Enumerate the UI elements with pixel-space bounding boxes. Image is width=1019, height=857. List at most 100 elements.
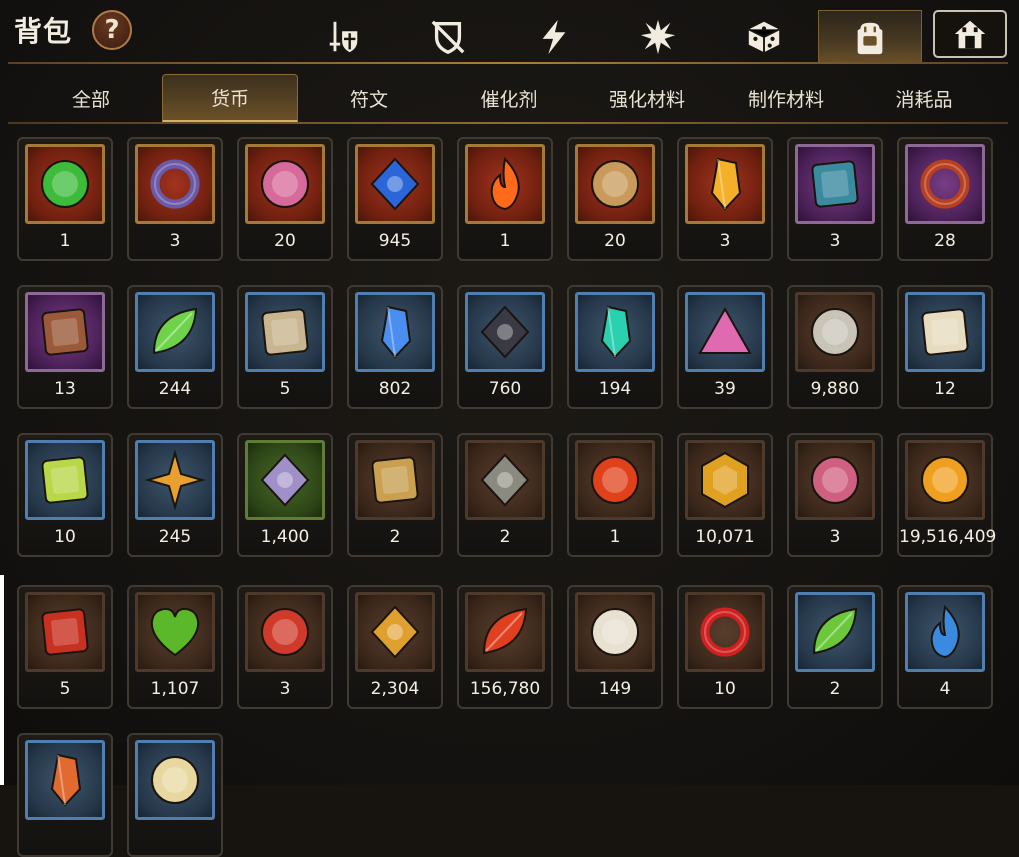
item-slot[interactable]: 802 [347,285,443,409]
item-slot[interactable]: 3 [237,585,333,709]
item-icon-frame [245,440,325,520]
item-count: 3 [829,527,841,547]
teal-crystal-icon [600,305,632,359]
item-count: 10,071 [695,527,755,547]
item-slot[interactable]: 13 [17,285,113,409]
item-slot[interactable]: 3 [787,433,883,557]
item-count: 28 [934,231,956,251]
item-slot[interactable]: 1 [567,433,663,557]
item-slot[interactable]: 156,780 [457,585,553,709]
fist-medal-icon [370,605,420,659]
item-count: 20 [274,231,296,251]
item-icon-frame [355,292,435,372]
item-icon-frame [795,440,875,520]
item-icon-frame [685,144,765,224]
black-stone-icon [480,305,530,359]
item-icon-frame [795,292,875,372]
item-count: 10 [54,527,76,547]
item-count: 12 [934,379,956,399]
open-book-icon [261,308,309,356]
item-slot[interactable]: 1,400 [237,433,333,557]
item-count: 2 [499,527,511,547]
item-count: 19,516,409 [899,527,997,547]
item-count: 20 [604,231,626,251]
item-icon-frame [135,440,215,520]
item-count: 802 [378,379,412,399]
item-count: 1,107 [150,679,200,699]
item-count: 244 [158,379,192,399]
item-count: 9,880 [810,379,860,399]
item-slot[interactable]: 28 [897,137,993,261]
item-slot[interactable]: 2 [347,433,443,557]
item-count: 2 [829,679,841,699]
item-icon-frame [685,292,765,372]
item-icon-frame [575,440,655,520]
item-slot[interactable] [17,733,113,857]
item-icon-frame [25,440,105,520]
item-icon-frame [905,440,985,520]
crown-card-icon [41,456,89,504]
gold-hexagon-icon [701,451,749,509]
item-icon-frame [135,292,215,372]
item-slot[interactable]: 760 [457,285,553,409]
pod-creature-icon [811,456,859,504]
item-slot[interactable]: 10 [17,433,113,557]
item-slot[interactable]: 12 [897,285,993,409]
item-slot[interactable]: 1 [17,137,113,261]
item-slot[interactable]: 945 [347,137,443,261]
item-icon-frame [905,292,985,372]
demon-mask-icon [591,160,639,208]
item-count: 945 [378,231,412,251]
fist-crest-icon [260,453,310,507]
item-slot[interactable]: 20 [237,137,333,261]
item-slot[interactable]: 1,107 [127,585,223,709]
scroll-bundle-icon [811,160,859,208]
item-icon-frame [355,592,435,672]
green-leaf-icon [152,307,198,355]
item-slot[interactable]: 3 [677,137,773,261]
item-slot[interactable]: 194 [567,285,663,409]
item-icon-frame [465,440,545,520]
item-icon-frame [685,592,765,672]
item-slot[interactable]: 5 [237,285,333,409]
item-count: 39 [714,379,736,399]
ember-gem-icon [50,753,82,807]
item-icon-frame [795,592,875,672]
item-slot[interactable]: 2 [787,585,883,709]
item-slot[interactable]: 10,071 [677,433,773,557]
item-slot[interactable]: 2 [457,433,553,557]
item-slot[interactable]: 9,880 [787,285,883,409]
item-slot[interactable]: 10 [677,585,773,709]
item-count: 3 [279,679,291,699]
item-grid: 1 3 20 945 1 20 3 3 28 13 244 5 802 760 194 39 9,880 12 10… [0,0,1019,857]
item-slot[interactable]: 244 [127,285,223,409]
ring-coin-icon [150,159,200,209]
pink-ore-icon [698,306,752,354]
item-slot[interactable]: 19,516,409 [897,433,997,557]
item-slot[interactable]: 2,304 [347,585,443,709]
blue-drop-icon [930,604,960,659]
item-icon-frame [685,440,765,520]
red-band-icon [700,607,750,657]
red-leaves-icon [482,607,528,655]
knight-piece-icon [591,608,639,656]
item-slot[interactable]: 3 [787,137,883,261]
item-count: 10 [714,679,736,699]
item-slot[interactable]: 39 [677,285,773,409]
clover-amulet-icon [41,160,89,208]
gift-box-icon [41,308,89,356]
silver-coin-icon [811,308,859,356]
item-slot[interactable]: 20 [567,137,663,261]
item-slot[interactable]: 245 [127,433,223,557]
item-count: 13 [54,379,76,399]
item-icon-frame [25,292,105,372]
item-count: 760 [488,379,522,399]
eye-crest-icon [370,157,420,211]
item-slot[interactable]: 5 [17,585,113,709]
item-slot[interactable]: 149 [567,585,663,709]
item-slot[interactable]: 3 [127,137,223,261]
item-slot[interactable] [127,733,223,857]
item-slot[interactable]: 1 [457,137,553,261]
item-count: 4 [939,679,951,699]
item-slot[interactable]: 4 [897,585,993,709]
